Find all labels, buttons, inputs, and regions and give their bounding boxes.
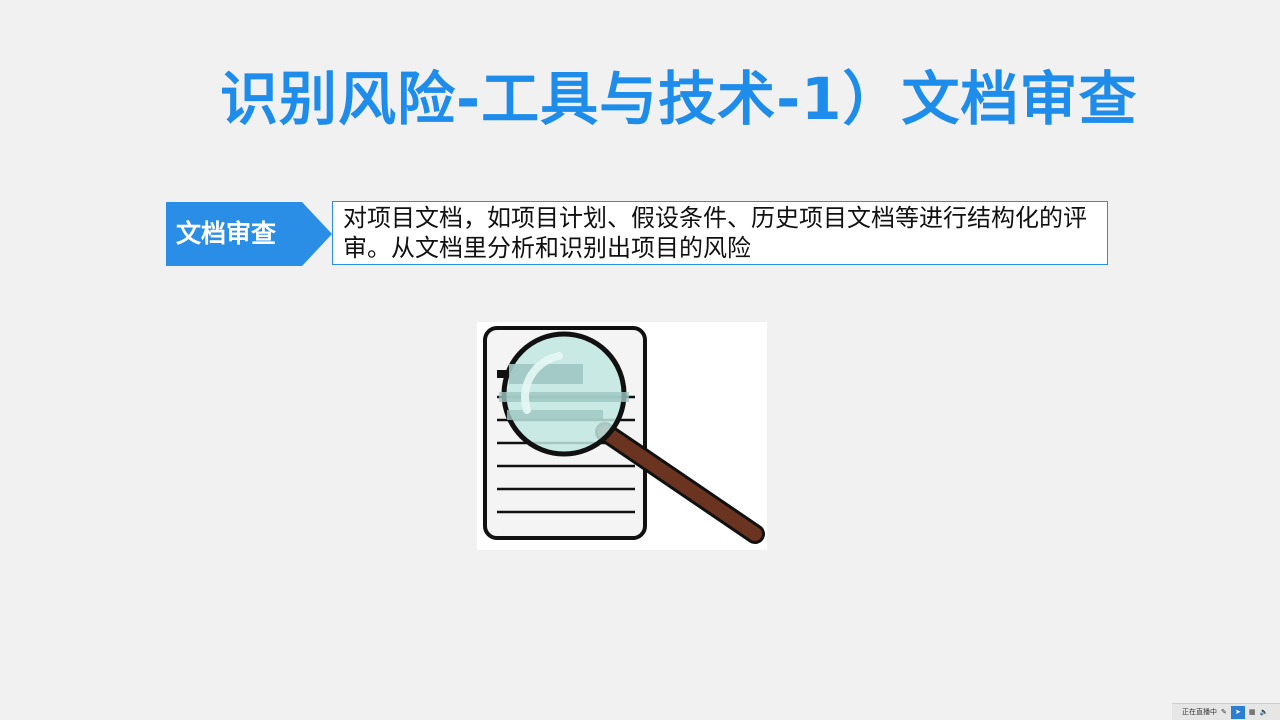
- cursor-icon[interactable]: ➤: [1230, 705, 1245, 719]
- document-magnifier-icon: [477, 322, 767, 550]
- tag-label: 文档审查: [176, 219, 277, 248]
- screen-icon[interactable]: ▦: [1249, 706, 1256, 719]
- status-tray: 正在直播中 ✎ ➤ ▦ 🔈: [1172, 703, 1280, 720]
- section-tag: 文档审查: [166, 202, 332, 266]
- pen-icon[interactable]: ✎: [1221, 706, 1227, 719]
- page-title: 识别风险-工具与技术-1）文档审查: [220, 65, 1138, 133]
- description-box: 对项目文档，如项目计划、假设条件、历史项目文档等进行结构化的评审。从文档里分析和…: [332, 201, 1108, 265]
- description-text: 对项目文档，如项目计划、假设条件、历史项目文档等进行结构化的评审。从文档里分析和…: [343, 204, 1087, 262]
- speaker-icon[interactable]: 🔈: [1260, 706, 1269, 719]
- live-status-text: 正在直播中: [1182, 708, 1217, 716]
